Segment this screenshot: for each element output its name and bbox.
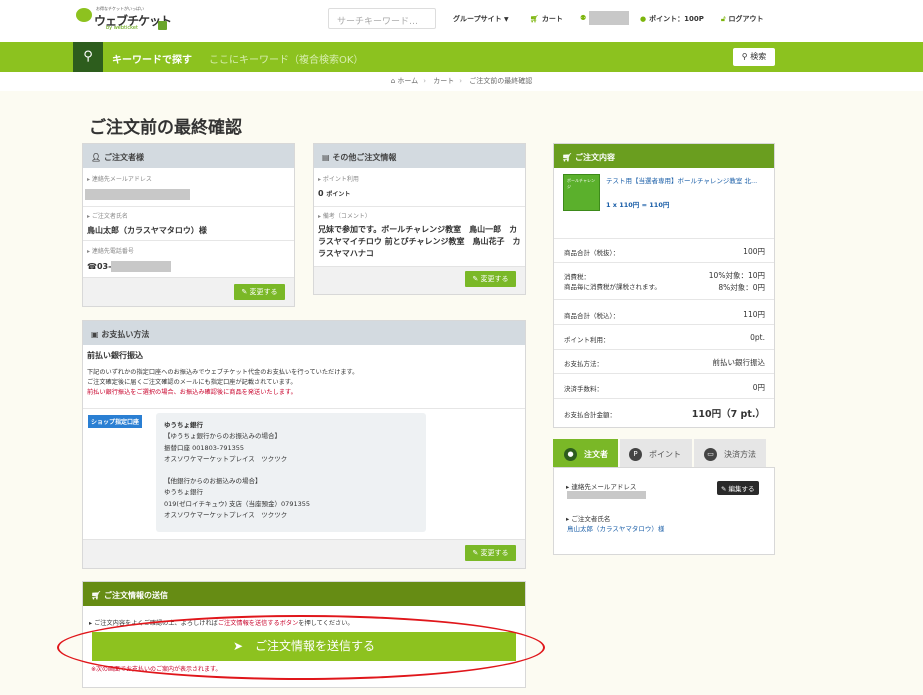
payment-description: 下記のいずれかの指定口座へのお振込みでウェブチケット代金のお支払いを行っていただ… (87, 369, 359, 396)
tab-name-value: 鳥山太郎（カラスヤマタロウ）様 (567, 525, 665, 533)
orderer-name: 鳥山太郎（カラスヤマタロウ）様 (87, 226, 207, 235)
site-logo[interactable]: お得なチケットがいっぱい ウェブチケット by webticket (76, 6, 172, 34)
shop-account-badge: ショップ指定口座 (88, 415, 143, 428)
tab-payment[interactable]: ▭ 決済方法 (694, 439, 766, 467)
page-title: ご注文前の最終確認 (89, 118, 242, 138)
phone-redacted (111, 261, 172, 272)
change-payment-button[interactable]: ✎ 変更する (465, 545, 516, 561)
edit-icon: ✎ (472, 549, 479, 557)
send-panel-header: 🛒︎ ご注文情報の送信 (83, 582, 525, 606)
highlight-oval-annotation (57, 615, 545, 680)
phone-label: ▸ 連絡先電話番号 (87, 248, 134, 255)
points-value: 0 ポイント (318, 189, 351, 198)
header-search-input[interactable]: サーチキーワード… (328, 8, 436, 29)
point-dot-icon: ● (640, 15, 647, 23)
points-display: ● ポイント：100P (640, 15, 704, 23)
tab-points[interactable]: P ポイント (620, 439, 692, 467)
home-icon: ⌂ (390, 77, 396, 85)
tab-name-label: ▸ ご注文者氏名 (566, 515, 611, 523)
orderer-panel: 👤︎ ご注文者様 ▸ 連絡先メールアドレス ▸ ご注文者氏名 鳥山太郎（カラスヤ… (82, 143, 295, 307)
search-icon: ⚲ (73, 42, 103, 72)
breadcrumb-current: ご注文前の最終確認 (469, 77, 533, 85)
email-redacted (85, 189, 190, 200)
payment-method: 前払い銀行振込 (87, 351, 143, 360)
edit-button[interactable]: ✎ 編集する (717, 481, 759, 495)
search-button[interactable]: ⚲ 検索 (733, 48, 775, 66)
user-name-redacted (589, 11, 630, 25)
email-label: ▸ 連絡先メールアドレス (87, 176, 152, 183)
breadcrumb-home[interactable]: ホーム (397, 77, 418, 85)
edit-icon: ✎ (472, 275, 479, 283)
keyword-input[interactable]: ここにキーワード（複合検索OK） (209, 51, 363, 66)
name-label: ▸ ご注文者氏名 (87, 213, 128, 220)
change-orderer-button[interactable]: ✎ 変更する (234, 284, 285, 300)
change-other-info-button[interactable]: ✎ 変更する (465, 271, 516, 287)
subtotal-incl-tax: 110円 (743, 310, 765, 319)
edit-icon: ✎ (721, 485, 727, 493)
orderer-panel-header: 👤︎ ご注文者様 (83, 144, 294, 168)
tax-note: 商品毎に消費税が課税されます。 (564, 283, 661, 291)
logout-link[interactable]: 🔓︎ ログアウト (721, 14, 764, 24)
payment-method-summary: 前払い銀行振込 (712, 358, 766, 367)
tab-orderer[interactable]: ● 注文者 (553, 439, 618, 467)
cart-link[interactable]: 🛒︎ カート (530, 14, 563, 24)
note-label: ▸ 備考（コメント） (318, 213, 371, 220)
user-account[interactable]: ⚉ (580, 11, 630, 25)
user-plus-icon: ⚉ (580, 14, 587, 22)
breadcrumb: ⌂ ホーム › カート › ご注文前の最終確認 (390, 77, 533, 85)
user-icon: ● (564, 448, 577, 461)
cart-icon: 🛒︎ (562, 153, 575, 162)
order-summary-panel: 🛒︎ ご注文内容 ボールチャレンジ テスト用【当選者専用】ボールチャレンジ教室 … (553, 143, 775, 428)
breadcrumb-cart[interactable]: カート (433, 77, 454, 85)
tab-email-redacted (567, 491, 646, 499)
other-info-panel: ▤ その他ご注文情報 ▸ ポイント利用 0 ポイント ▸ 備考（コメント） 兄妹… (313, 143, 526, 295)
site-header: お得なチケットがいっぱい ウェブチケット by webticket サーチキーワ… (0, 0, 923, 42)
item-thumbnail[interactable]: ボールチャレンジ (563, 174, 600, 211)
order-summary-header: 🛒︎ ご注文内容 (554, 144, 774, 168)
search-bar-title: キーワードで探す (112, 55, 192, 66)
payment-panel-header: ▣ お支払い方法 (83, 321, 525, 345)
shopping-basket-icon: ▤ (322, 153, 333, 162)
tab-content: ▸ 連絡先メールアドレス ✎ 編集する ▸ ご注文者氏名 鳥山太郎（カラスヤマタ… (553, 467, 775, 555)
note-value: 兄妹で参加です。ボールチャレンジ教室 鳥山一郎 カラスヤマイチロウ 前とびチャレ… (318, 225, 521, 258)
item-title-link[interactable]: テスト用【当選者専用】ボールチャレンジ教室 北... (606, 176, 766, 186)
other-info-header: ▤ その他ご注文情報 (314, 144, 525, 168)
user-icon: 👤︎ (91, 153, 104, 162)
logo-mark-icon (76, 8, 92, 22)
keyword-search-bar: ⚲ キーワードで探す ここにキーワード（複合検索OK） ⚲ 検索 (0, 42, 923, 72)
wallet-icon: ▭ (704, 448, 717, 461)
points-used: 0pt. (750, 333, 765, 342)
cart-icon: 🛒︎ (530, 15, 539, 23)
cart-icon: 🛒︎ (91, 591, 104, 600)
points-label: ▸ ポイント利用 (318, 176, 359, 183)
tax-10: 10%対象：10円 (708, 271, 765, 280)
money-icon: ▣ (91, 330, 102, 339)
payment-fee: 0円 (752, 383, 765, 392)
group-sites-menu[interactable]: グループサイト ▼ (453, 14, 509, 24)
payment-panel: ▣ お支払い方法 前払い銀行振込 下記のいずれかの指定口座へのお振込みでウェブチ… (82, 320, 526, 569)
subtotal-excl-tax: 100円 (743, 247, 765, 256)
chevron-down-icon: ▼ (504, 16, 509, 23)
bank-account-box: ゆうちょ銀行 【ゆうちょ銀行からのお振込みの場合】 振替口座 001803-79… (156, 413, 426, 532)
phone-value: ☎03- (87, 261, 172, 272)
edit-icon: ✎ (241, 288, 248, 296)
search-icon: ⚲ (741, 52, 748, 61)
tab-email-label: ▸ 連絡先メールアドレス (566, 483, 637, 491)
grand-total: 110円（7 pt.） (691, 409, 765, 420)
point-icon: P (629, 448, 642, 461)
unlock-icon: 🔓︎ (721, 15, 726, 23)
item-quantity: 1 x 110円 = 110円 (606, 201, 670, 209)
phone-icon: ☎ (87, 262, 97, 271)
logo-bag-icon (158, 21, 167, 30)
tax-8: 8%対象：0円 (718, 283, 765, 292)
